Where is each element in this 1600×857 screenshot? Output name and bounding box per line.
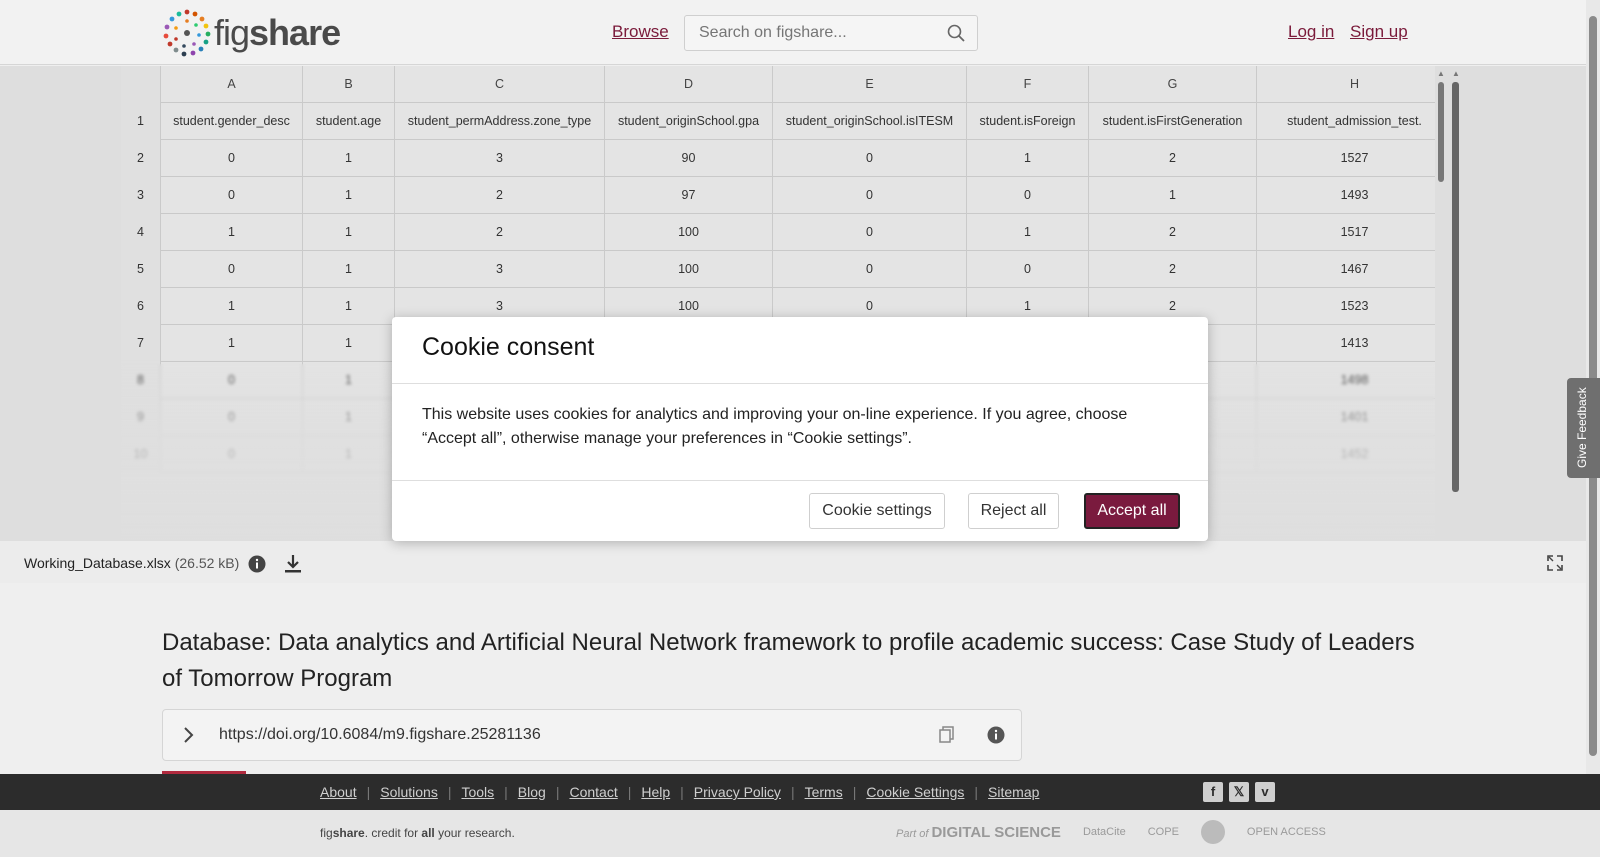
dialog-divider (392, 383, 1208, 384)
footer-link-help[interactable]: Help (641, 784, 670, 800)
tagline-part: share (332, 826, 365, 840)
reject-all-button[interactable]: Reject all (968, 493, 1059, 529)
accept-all-button[interactable]: Accept all (1084, 493, 1180, 529)
globe-icon[interactable] (1200, 820, 1225, 844)
footer-link-terms[interactable]: Terms (805, 784, 843, 800)
footer-separator: | (852, 784, 857, 800)
x-twitter-icon[interactable]: 𝕏 (1229, 782, 1249, 802)
tagline-part: . credit for (364, 826, 422, 840)
cookie-settings-button[interactable]: Cookie settings (809, 493, 945, 529)
footer-nav: About | Solutions | Tools | Blog | Contact | Help |… (0, 774, 1600, 810)
dialog-divider (392, 480, 1208, 481)
footer-links: About | Solutions | Tools | Blog | Contact | Help |… (320, 784, 1039, 800)
cookie-dialog-body: This website uses cookies for analytics … (422, 406, 1128, 447)
footer-link-blog[interactable]: Blog (518, 784, 546, 800)
digital-science-text: DIGITAL SCIENCE (931, 823, 1061, 841)
social-links: f 𝕏 v (1203, 782, 1275, 802)
footer-separator: | (447, 784, 452, 800)
footer-link-solutions[interactable]: Solutions (380, 784, 438, 800)
cookie-dialog-title: Cookie consent (422, 333, 595, 361)
footer-link-contact[interactable]: Contact (569, 784, 617, 800)
tagline-part: your research. (434, 826, 515, 840)
footer-separator: | (366, 784, 371, 800)
footer-link-about[interactable]: About (320, 784, 357, 800)
footer-separator: | (974, 784, 979, 800)
cope-logo[interactable]: COPE (1148, 826, 1179, 838)
footer-tagline: figshare. credit for all your research. (320, 826, 515, 840)
footer-link-privacy-policy[interactable]: Privacy Policy (694, 784, 781, 800)
tagline-part: all (421, 826, 435, 840)
footer-link-tools[interactable]: Tools (461, 784, 494, 800)
partner-logos: Part of DIGITAL SCIENCE DataCite COPE OP… (896, 820, 1326, 844)
footer-separator: | (790, 784, 795, 800)
open-access-logo[interactable]: OPEN ACCESS (1247, 826, 1326, 838)
vimeo-icon[interactable]: v (1255, 782, 1275, 802)
datacite-logo[interactable]: DataCite (1083, 826, 1126, 838)
footer-separator: | (627, 784, 632, 800)
footer-separator: | (680, 784, 684, 800)
partner-prefix: Part of (896, 827, 929, 840)
footer-separator: | (504, 784, 508, 800)
facebook-icon[interactable]: f (1203, 782, 1223, 802)
cookie-consent-dialog: Cookie consent This website uses cookies… (392, 317, 1208, 541)
footer-link-sitemap[interactable]: Sitemap (988, 784, 1039, 800)
footer-link-cookie-settings[interactable]: Cookie Settings (866, 784, 964, 800)
tagline-part: fig (320, 826, 333, 840)
digital-science-logo[interactable]: Part of DIGITAL SCIENCE (896, 824, 1061, 841)
footer-separator: | (555, 784, 560, 800)
footer-bottom: figshare. credit for all your research. … (0, 810, 1600, 857)
